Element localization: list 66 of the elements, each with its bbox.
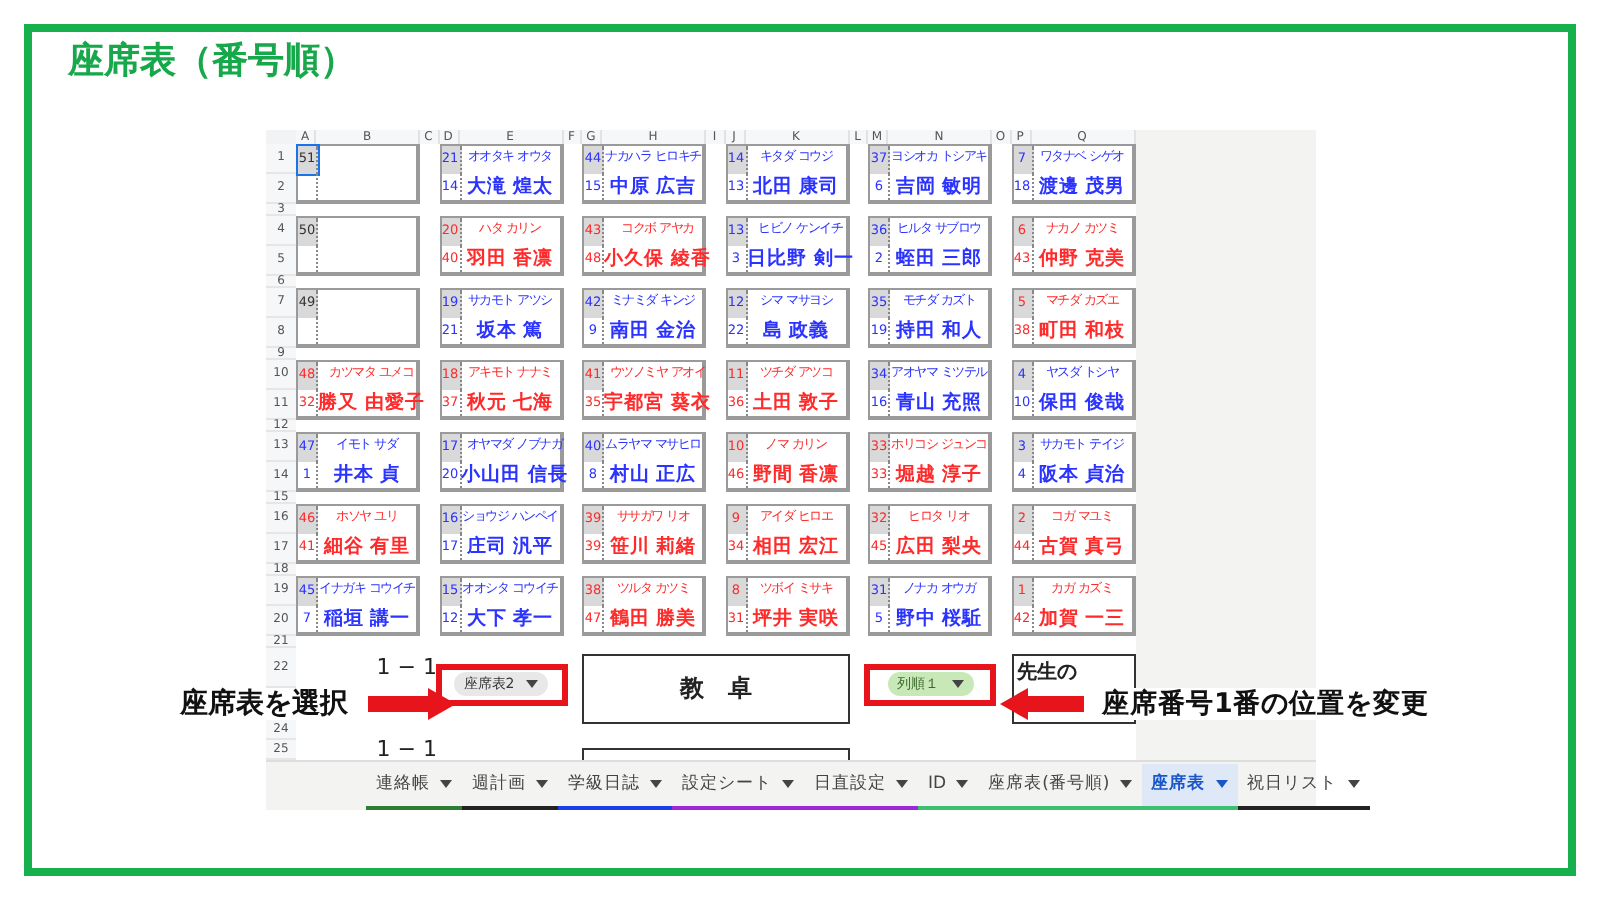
student-name: 広田 梨央 [893, 533, 985, 560]
caret-icon [956, 780, 969, 788]
student-name: 庄司 汎平 [464, 533, 556, 560]
student-name: 土田 敦子 [750, 389, 842, 416]
student-name: 阪本 貞治 [1036, 461, 1128, 488]
student-name: 村山 正広 [607, 461, 699, 488]
student-name: 小山田 信長 [461, 461, 568, 488]
caret-icon [1215, 780, 1228, 788]
caret-icon [782, 780, 794, 788]
student-name: 大滝 煌太 [464, 173, 556, 200]
student-name: 加賀 一三 [1036, 605, 1128, 632]
student-name: 宇都宮 葵衣 [604, 389, 711, 416]
caret-icon [650, 780, 662, 788]
callout-text: 座席表を選択 [176, 688, 352, 720]
student-name: 坪井 実咲 [750, 605, 842, 632]
caret-icon [526, 680, 539, 688]
student-name: 堀越 淳子 [893, 461, 985, 488]
student-name: 相田 宏江 [750, 533, 842, 560]
class-label: 1 − 1 [376, 652, 439, 684]
student-name: 中原 広吉 [607, 173, 699, 200]
caret-icon [440, 780, 452, 788]
teacher-label: 先生の [1017, 659, 1077, 686]
desk-label: 教 卓 [679, 672, 752, 706]
sheet-tab[interactable]: 座席表 [1141, 763, 1238, 809]
sheet-tab[interactable]: 祝日リスト [1237, 763, 1370, 809]
student-name: 勝又 由愛子 [318, 389, 425, 416]
caret-icon [896, 780, 908, 788]
student-name: 吉岡 敏明 [893, 173, 985, 200]
student-name: 細谷 有里 [321, 533, 413, 560]
student-name: 古賀 真弓 [1036, 533, 1128, 560]
student-name: 笹川 莉緒 [607, 533, 699, 560]
student-name: 南田 金治 [607, 317, 699, 344]
student-name: 稲垣 講一 [321, 605, 413, 632]
student-name: 町田 和枝 [1036, 317, 1128, 344]
student-name: 島 政義 [760, 317, 832, 344]
sheet-tab[interactable]: 設定シート [672, 763, 804, 809]
student-name: 井本 貞 [331, 461, 403, 488]
student-name: 秋元 七海 [464, 389, 556, 416]
caret-icon [1347, 780, 1360, 788]
student-name: 北田 康司 [750, 173, 842, 200]
corner-cell[interactable] [266, 130, 296, 144]
sheet-tab[interactable]: ID [918, 763, 979, 809]
student-name: 青山 充照 [893, 389, 985, 416]
student-name: 野中 桜駈 [893, 605, 985, 632]
student-name: 羽田 香凛 [464, 245, 556, 272]
student-name: 保田 俊哉 [1036, 389, 1128, 416]
caret-icon [1119, 780, 1132, 788]
student-name: 坂本 篤 [474, 317, 546, 344]
sheet-tab[interactable]: 学級日誌 [558, 763, 672, 809]
student-name: 小久保 綾香 [604, 245, 711, 272]
student-name: 渡邊 茂男 [1036, 173, 1128, 200]
student-name: 蛭田 三郎 [893, 245, 985, 272]
student-name: 野間 香凛 [750, 461, 842, 488]
slide-title: 座席表（番号順） [68, 40, 356, 82]
sheet-tab[interactable]: 週計画 [462, 763, 558, 809]
sheet-tab[interactable]: 日直設定 [804, 763, 918, 809]
student-name: 日比野 剣一 [747, 245, 854, 272]
class-label: 1 − 1 [376, 734, 439, 766]
sheet-tab[interactable]: 連絡帳 [366, 763, 462, 809]
student-name: 鶴田 勝美 [607, 605, 699, 632]
arrow-icon [1000, 688, 1084, 720]
caret-icon [951, 680, 963, 688]
student-name: 大下 孝一 [464, 605, 556, 632]
student-name: 持田 和人 [893, 317, 985, 344]
student-name: 仲野 克美 [1036, 245, 1128, 272]
caret-icon [536, 780, 548, 788]
